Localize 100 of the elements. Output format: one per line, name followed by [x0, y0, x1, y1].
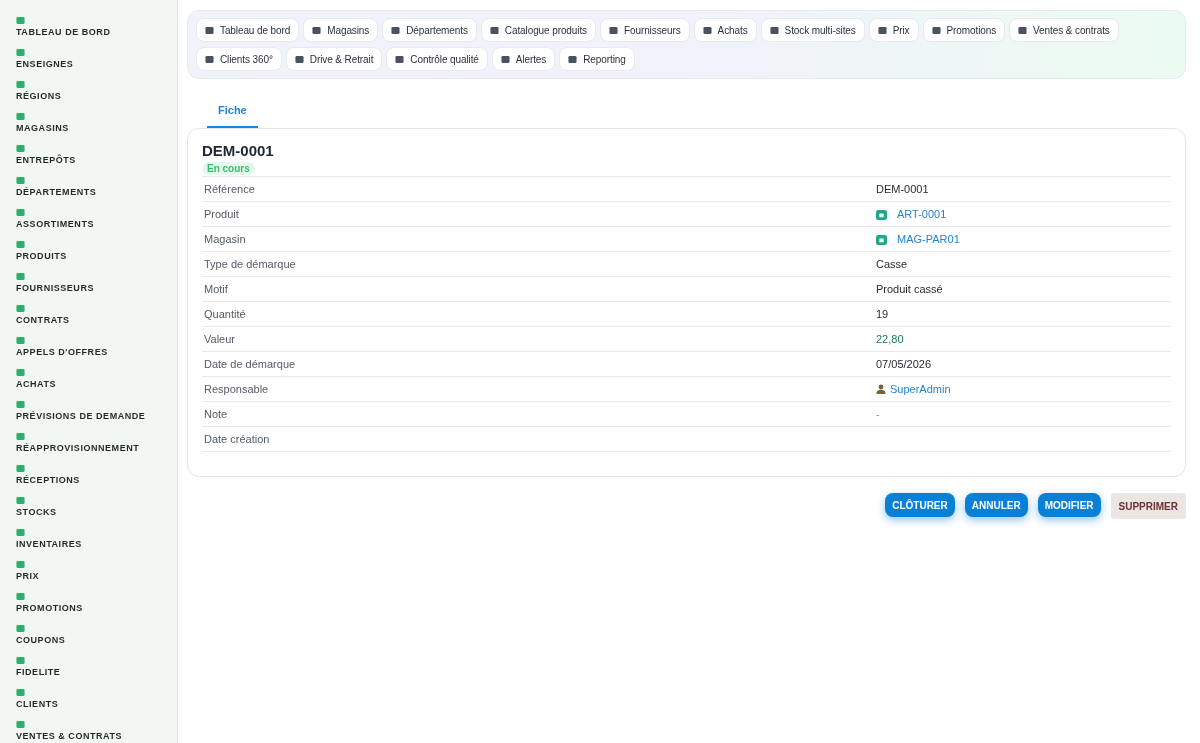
- nav-chip[interactable]: Reporting: [559, 47, 635, 71]
- sidebar-item[interactable]: RÉGIONS: [16, 91, 62, 102]
- nav-chip[interactable]: Drive & Retrait: [285, 47, 383, 71]
- action-button[interactable]: ANNULER: [964, 493, 1028, 517]
- square-icon: [16, 48, 25, 57]
- sidebar-item[interactable]: ENTREPÔTS: [16, 155, 76, 166]
- square-icon: [568, 54, 578, 64]
- nav-chip[interactable]: Alertes: [491, 47, 556, 71]
- field-value: Casse: [876, 256, 908, 272]
- square-icon: [312, 25, 322, 35]
- nav-chip[interactable]: Contrôle qualité: [386, 47, 488, 71]
- sidebar-item[interactable]: APPELS D'OFFRES: [16, 347, 108, 358]
- field-label: Référence: [203, 181, 256, 197]
- square-icon: [769, 25, 779, 35]
- field-label: Magasin: [203, 231, 247, 247]
- status-badge: En cours: [202, 162, 255, 175]
- square-icon: [205, 25, 214, 35]
- square-icon: [16, 528, 25, 537]
- square-icon: [16, 496, 25, 505]
- link[interactable]: ART-0001: [897, 205, 947, 223]
- field-label: Quantité: [203, 306, 247, 322]
- field-value: 19: [876, 306, 889, 322]
- nav-chip[interactable]: Stock multi-sites: [760, 18, 865, 42]
- square-icon: [16, 560, 25, 569]
- nav-chip[interactable]: Clients 360°: [196, 47, 282, 71]
- square-icon: [16, 176, 25, 185]
- square-icon: [16, 720, 25, 729]
- square-icon: [16, 112, 25, 121]
- record-title: DEM-0001: [202, 141, 275, 161]
- sidebar-item[interactable]: VENTES & CONTRATS: [16, 731, 123, 742]
- sidebar-item[interactable]: TABLEAU DE BORD: [16, 27, 111, 38]
- nav-chip[interactable]: Promotions: [922, 18, 1006, 42]
- nav-chip[interactable]: Magasins: [303, 18, 379, 42]
- action-button[interactable]: CLÔTURER: [885, 493, 955, 517]
- square-icon: [16, 272, 25, 281]
- field-value: Produit cassé: [876, 281, 943, 297]
- sidebar-item[interactable]: COUPONS: [16, 635, 66, 646]
- square-icon: [500, 54, 510, 64]
- square-icon: [16, 656, 25, 665]
- user-icon: [876, 384, 886, 394]
- square-icon: [391, 25, 401, 35]
- nav-chip[interactable]: Tableau de bord: [196, 18, 300, 42]
- square-icon: [16, 624, 25, 633]
- square-icon: [702, 25, 712, 35]
- sidebar-item[interactable]: RÉCEPTIONS: [16, 475, 80, 486]
- nav-chip[interactable]: Catalogue produits: [480, 18, 596, 42]
- field-label: Date de démarque: [203, 356, 297, 372]
- field-label: Valeur: [203, 331, 236, 347]
- sidebar-item[interactable]: INVENTAIRES: [16, 539, 82, 550]
- square-icon: [16, 592, 25, 601]
- sidebar-item[interactable]: PROMOTIONS: [16, 603, 83, 614]
- field-value: 07/05/2026: [876, 356, 932, 372]
- field-label: Motif: [203, 281, 229, 297]
- square-icon: [16, 304, 25, 313]
- field-value: DEM-0001: [876, 181, 929, 197]
- sidebar-item[interactable]: CONTRATS: [16, 315, 70, 326]
- link[interactable]: SuperAdmin: [890, 380, 951, 398]
- square-icon: [16, 400, 25, 409]
- sidebar-item[interactable]: PRIX: [16, 571, 40, 582]
- sidebar-item[interactable]: STOCKS: [16, 507, 57, 518]
- bag-icon: [876, 233, 887, 245]
- sidebar-item[interactable]: PRÉVISIONS DE DEMANDE: [16, 411, 146, 422]
- sidebar-item[interactable]: ASSORTIMENTS: [16, 219, 94, 230]
- sidebar-item[interactable]: DÉPARTEMENTS: [16, 187, 97, 198]
- field-label: Date création: [203, 431, 271, 447]
- sidebar-item[interactable]: CLIENTS: [16, 699, 59, 710]
- square-icon: [205, 54, 214, 64]
- square-icon: [16, 336, 25, 345]
- square-icon: [16, 16, 25, 25]
- sidebar-item[interactable]: FIDELITE: [16, 667, 61, 678]
- sidebar-item[interactable]: ENSEIGNES: [16, 59, 74, 70]
- square-icon: [395, 54, 405, 64]
- sidebar-item[interactable]: PRODUITS: [16, 251, 67, 262]
- field-label: Type de démarque: [203, 256, 297, 272]
- square-icon: [16, 432, 25, 441]
- square-icon: [16, 688, 25, 697]
- bag-icon: [876, 208, 887, 220]
- square-icon: [609, 25, 618, 35]
- square-icon: [16, 240, 25, 249]
- field-label: Note: [203, 406, 229, 422]
- nav-chip[interactable]: Prix: [868, 18, 919, 42]
- sidebar-item[interactable]: RÉAPPROVISIONNEMENT: [16, 443, 140, 454]
- action-button[interactable]: MODIFIER: [1037, 493, 1101, 517]
- action-button[interactable]: SUPPRIMER: [1110, 493, 1186, 519]
- nav-chip[interactable]: Fournisseurs: [600, 18, 690, 42]
- field-value: -: [876, 406, 880, 422]
- sidebar-item[interactable]: FOURNISSEURS: [16, 283, 94, 294]
- square-icon: [16, 80, 25, 89]
- field-label: Produit: [203, 206, 240, 222]
- sidebar-item[interactable]: ACHATS: [16, 379, 57, 390]
- square-icon: [16, 368, 25, 377]
- sidebar-item[interactable]: MAGASINS: [16, 123, 69, 134]
- link[interactable]: MAG-PAR01: [897, 230, 960, 248]
- nav-chip[interactable]: Ventes & contrats: [1009, 18, 1119, 42]
- field-label: Responsable: [203, 381, 270, 397]
- tab[interactable]: Fiche: [207, 95, 258, 128]
- square-icon: [16, 464, 25, 473]
- nav-chip[interactable]: Achats: [693, 18, 757, 42]
- nav-chip[interactable]: Départements: [382, 18, 477, 42]
- square-icon: [1018, 25, 1028, 35]
